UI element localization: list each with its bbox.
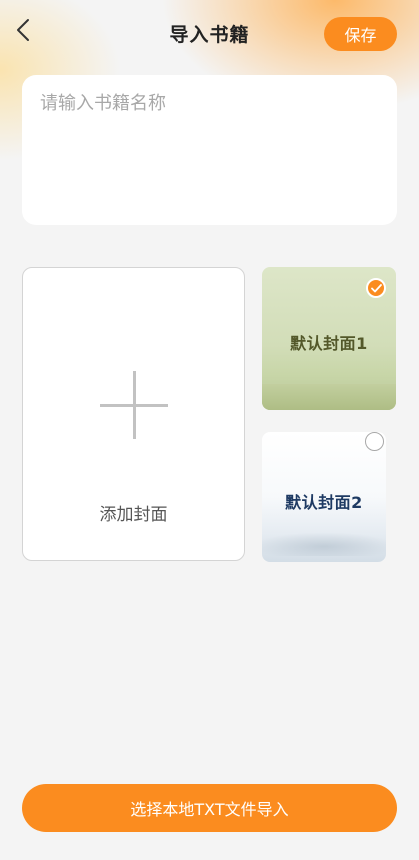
plus-icon	[100, 371, 168, 439]
add-cover-label: 添加封面	[99, 505, 168, 525]
book-name-input[interactable]	[40, 93, 379, 114]
import-txt-button[interactable]: 选择本地TXT文件导入	[22, 784, 397, 832]
default-cover-1[interactable]: 默认封面1	[262, 267, 396, 410]
cover-landscape	[262, 532, 386, 556]
add-cover-button[interactable]: 添加封面	[22, 267, 245, 561]
check-icon	[366, 278, 386, 298]
cover-title: 默认封面1	[290, 334, 368, 353]
default-cover-2[interactable]: 默认封面2	[262, 432, 386, 562]
radio-circle-icon[interactable]	[365, 432, 384, 451]
cover-title: 默认封面2	[285, 493, 363, 512]
header: 导入书籍 保存	[0, 0, 419, 70]
save-button[interactable]: 保存	[324, 17, 397, 51]
cover-landscape	[262, 384, 396, 410]
book-name-card	[22, 75, 397, 225]
